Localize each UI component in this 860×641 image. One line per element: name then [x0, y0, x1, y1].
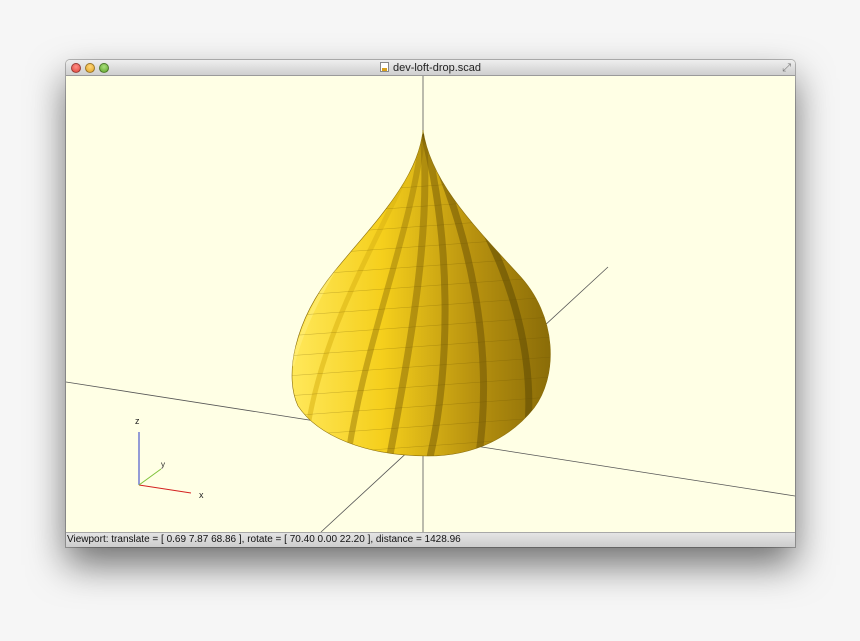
- gizmo-y-axis: [138, 468, 162, 486]
- viewport-canvas[interactable]: z x y: [66, 76, 795, 532]
- desktop: dev-loft-drop.scad ⤢ z x y Viewport: tra…: [0, 0, 860, 641]
- gizmo-x-axis: [138, 484, 192, 494]
- status-bar: Viewport: translate = [ 0.69 7.87 68.86 …: [66, 532, 795, 547]
- 3d-viewport[interactable]: z x y: [66, 76, 795, 532]
- openscad-window: dev-loft-drop.scad ⤢ z x y Viewport: tra…: [66, 60, 795, 547]
- window-title: dev-loft-drop.scad: [392, 62, 482, 74]
- window-title-area: dev-loft-drop.scad: [66, 60, 795, 76]
- axes-gizmo: z x y: [135, 416, 204, 500]
- title-bar[interactable]: dev-loft-drop.scad ⤢: [66, 60, 795, 76]
- gizmo-y-label: y: [161, 460, 165, 469]
- loft-drop-model[interactable]: [286, 129, 566, 466]
- gizmo-x-label: x: [199, 490, 204, 500]
- gizmo-z-label: z: [135, 416, 140, 426]
- fullscreen-icon[interactable]: ⤢: [782, 62, 791, 74]
- document-icon: [379, 62, 389, 72]
- viewport-status-text: Viewport: translate = [ 0.69 7.87 68.86 …: [67, 534, 461, 545]
